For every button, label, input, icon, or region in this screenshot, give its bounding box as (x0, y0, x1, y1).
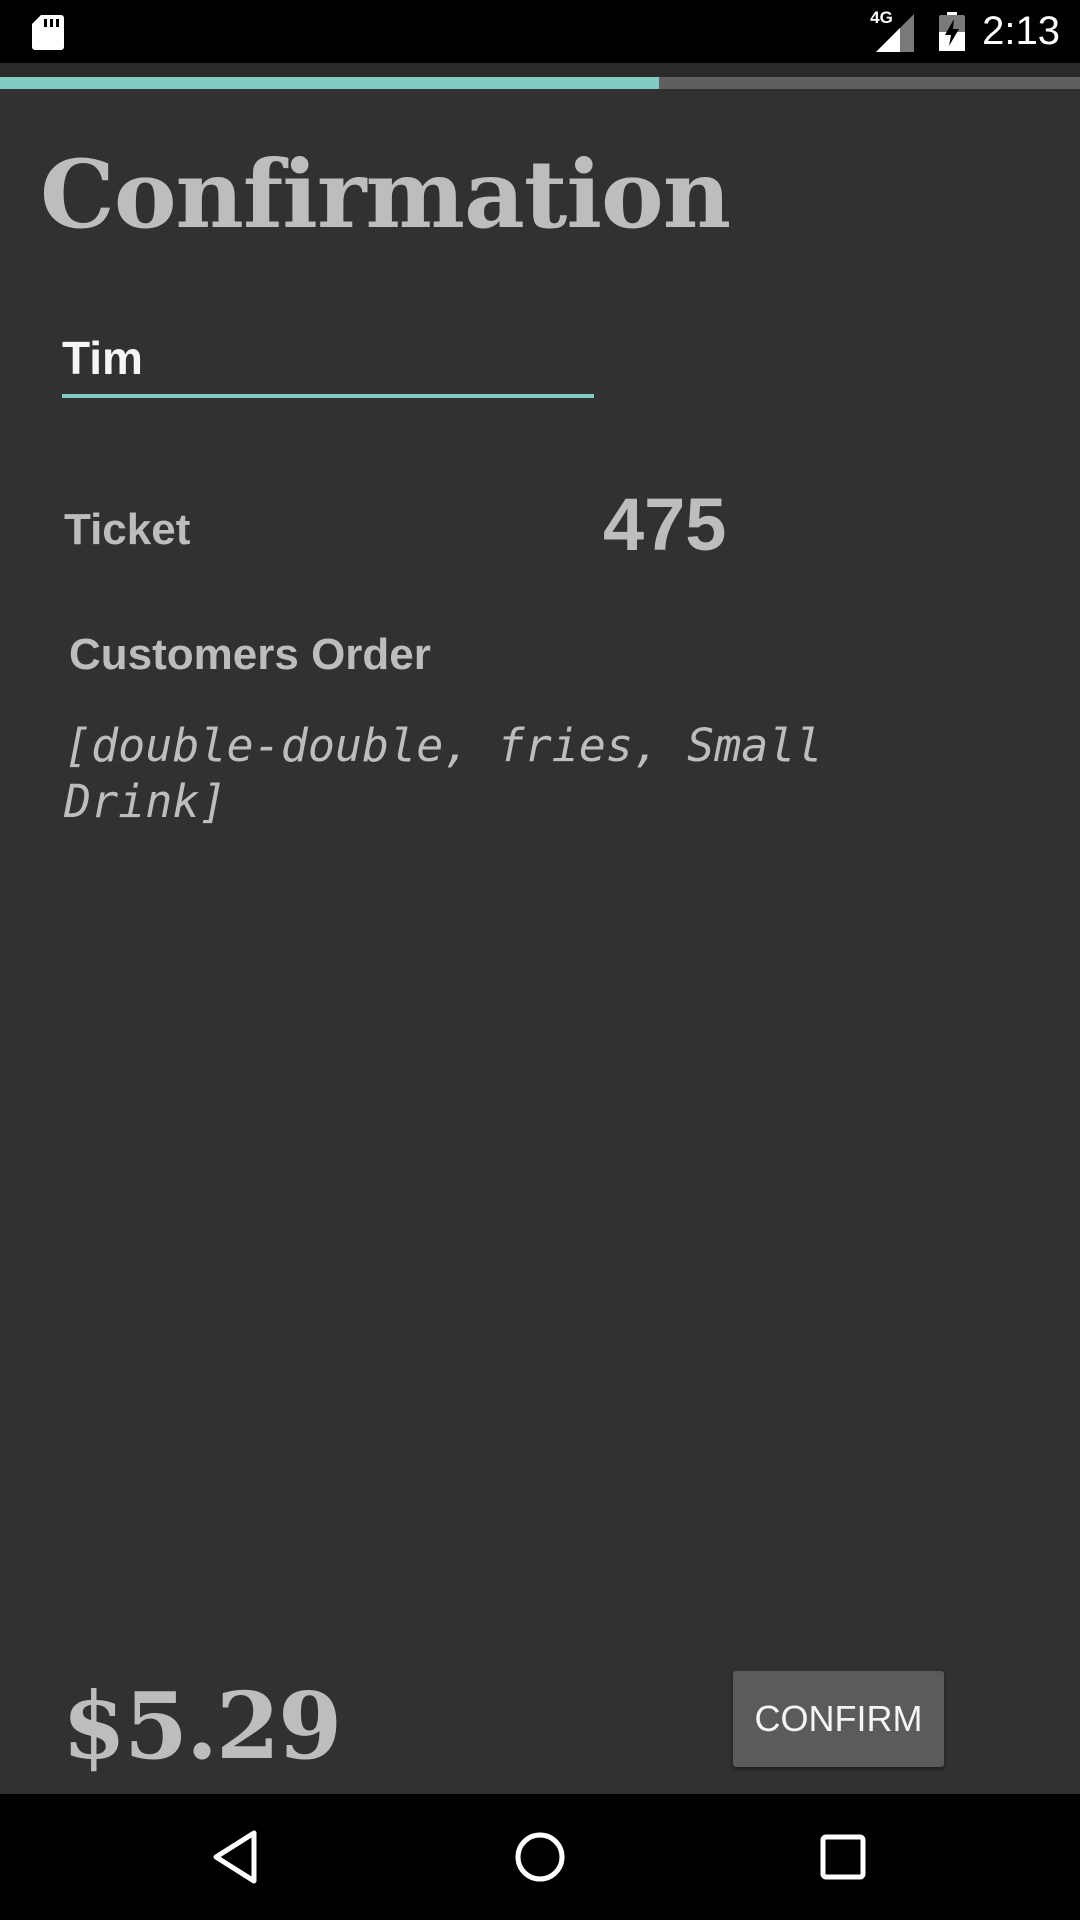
home-icon[interactable] (510, 1827, 570, 1887)
recents-icon[interactable] (813, 1827, 873, 1887)
back-icon[interactable] (206, 1827, 266, 1887)
order-total-price: $5.29 (62, 1672, 342, 1780)
ticket-number: 475 (603, 483, 727, 566)
status-icons: 4G 2:13 (868, 0, 1060, 63)
navigation-bar (0, 1794, 1080, 1920)
status-bar: 4G 2:13 (0, 0, 1080, 63)
status-clock: 2:13 (982, 9, 1060, 53)
progress-bar (0, 77, 1080, 89)
confirmation-screen: 4G 2:13 Confirmation Tim Ticket 475 Cust… (0, 0, 1080, 1920)
ticket-label: Ticket (64, 505, 191, 554)
confirm-button[interactable]: CONFIRM (733, 1671, 944, 1767)
sd-card-icon (32, 15, 64, 50)
order-label: Customers Order (69, 630, 431, 679)
order-items: [double-double, fries, Small Drink] (64, 719, 823, 828)
action-strip (0, 63, 1080, 77)
page-title: Confirmation (40, 140, 731, 250)
signal-icon: 4G (868, 8, 916, 54)
progress-bar-fill (0, 77, 659, 89)
battery-charging-icon (939, 11, 966, 51)
customer-name-field[interactable]: Tim (62, 326, 594, 398)
